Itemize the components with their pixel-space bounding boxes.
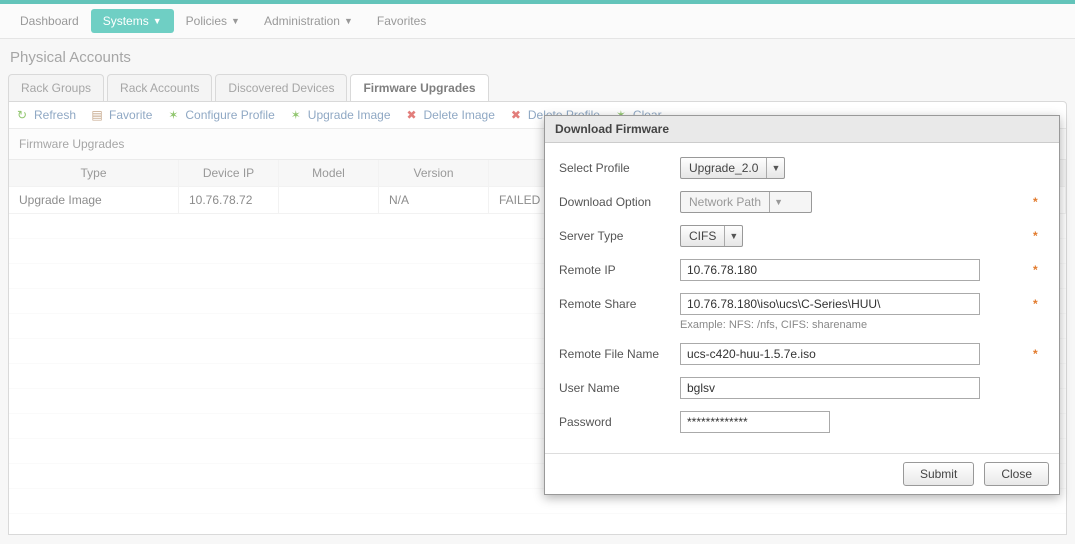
tabbar: Rack Groups Rack Accounts Discovered Dev… bbox=[0, 74, 1075, 101]
cell-device-ip: 10.76.78.72 bbox=[179, 187, 279, 213]
server-type-dropdown[interactable]: CIFS ▼ bbox=[680, 225, 743, 247]
required-marker: * bbox=[1033, 297, 1045, 311]
page-title: Physical Accounts bbox=[0, 39, 1075, 74]
tab-rack-accounts[interactable]: Rack Accounts bbox=[107, 74, 212, 101]
label-remote-file-name: Remote File Name bbox=[559, 347, 674, 361]
remote-share-hint: Example: NFS: /nfs, CIFS: sharename bbox=[680, 319, 1027, 331]
submit-button[interactable]: Submit bbox=[903, 462, 974, 486]
required-marker: * bbox=[1033, 263, 1045, 277]
remote-ip-input[interactable] bbox=[680, 259, 980, 281]
label-remote-share: Remote Share bbox=[559, 297, 674, 311]
col-device-ip[interactable]: Device IP bbox=[179, 160, 279, 186]
required-marker: * bbox=[1033, 347, 1045, 361]
delete-icon: ✖ bbox=[405, 108, 419, 122]
refresh-icon: ↻ bbox=[15, 108, 29, 122]
menu-policies[interactable]: Policies▼ bbox=[174, 9, 252, 33]
required-marker: * bbox=[1033, 229, 1045, 243]
label-select-profile: Select Profile bbox=[559, 161, 674, 175]
menu-favorites[interactable]: Favorites bbox=[365, 9, 438, 33]
label-remote-ip: Remote IP bbox=[559, 263, 674, 277]
label-password: Password bbox=[559, 415, 674, 429]
user-name-input[interactable] bbox=[680, 377, 980, 399]
chevron-down-icon: ▼ bbox=[231, 16, 240, 26]
label-download-option: Download Option bbox=[559, 195, 674, 209]
close-button[interactable]: Close bbox=[984, 462, 1049, 486]
download-firmware-dialog: Download Firmware Select Profile Upgrade… bbox=[544, 115, 1060, 495]
chevron-down-icon: ▼ bbox=[724, 226, 742, 246]
favorite-button[interactable]: ▤Favorite bbox=[90, 108, 152, 122]
col-type[interactable]: Type bbox=[9, 160, 179, 186]
tab-firmware-upgrades[interactable]: Firmware Upgrades bbox=[350, 74, 488, 101]
required-marker: * bbox=[1033, 195, 1045, 209]
menu-dashboard[interactable]: Dashboard bbox=[8, 9, 91, 33]
chevron-down-icon: ▼ bbox=[153, 16, 162, 26]
menu-administration[interactable]: Administration▼ bbox=[252, 9, 365, 33]
delete-icon: ✖ bbox=[509, 108, 523, 122]
upgrade-image-button[interactable]: ✶Upgrade Image bbox=[289, 108, 391, 122]
menu-systems[interactable]: Systems▼ bbox=[91, 9, 174, 33]
label-user-name: User Name bbox=[559, 381, 674, 395]
col-model[interactable]: Model bbox=[279, 160, 379, 186]
chevron-down-icon: ▼ bbox=[769, 192, 787, 212]
menubar: Dashboard Systems▼ Policies▼ Administrat… bbox=[0, 4, 1075, 39]
tab-rack-groups[interactable]: Rack Groups bbox=[8, 74, 104, 101]
dialog-title: Download Firmware bbox=[545, 116, 1059, 143]
label-server-type: Server Type bbox=[559, 229, 674, 243]
remote-share-input[interactable] bbox=[680, 293, 980, 315]
download-option-dropdown[interactable]: Network Path ▼ bbox=[680, 191, 812, 213]
chevron-down-icon: ▼ bbox=[344, 16, 353, 26]
refresh-button[interactable]: ↻Refresh bbox=[15, 108, 76, 122]
bookmark-icon: ▤ bbox=[90, 108, 104, 122]
gear-icon: ✶ bbox=[166, 108, 180, 122]
configure-profile-button[interactable]: ✶Configure Profile bbox=[166, 108, 274, 122]
remote-file-name-input[interactable] bbox=[680, 343, 980, 365]
col-version[interactable]: Version bbox=[379, 160, 489, 186]
upgrade-icon: ✶ bbox=[289, 108, 303, 122]
tab-discovered-devices[interactable]: Discovered Devices bbox=[215, 74, 347, 101]
delete-image-button[interactable]: ✖Delete Image bbox=[405, 108, 495, 122]
select-profile-dropdown[interactable]: Upgrade_2.0 ▼ bbox=[680, 157, 785, 179]
cell-version: N/A bbox=[379, 187, 489, 213]
chevron-down-icon: ▼ bbox=[766, 158, 784, 178]
password-input[interactable] bbox=[680, 411, 830, 433]
cell-model bbox=[279, 187, 379, 213]
cell-type: Upgrade Image bbox=[9, 187, 179, 213]
